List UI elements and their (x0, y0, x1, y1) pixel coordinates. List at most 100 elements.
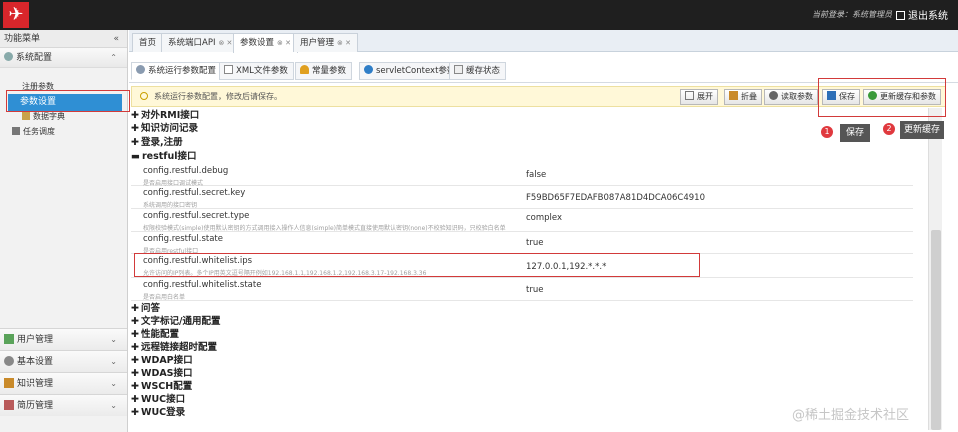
collapse-icon: ▬ (131, 151, 140, 162)
group-label: 对外RMI接口 (140, 110, 200, 121)
group-label: 远程链接超时配置 (140, 342, 217, 353)
sidebar-group-resume-management[interactable]: 简历管理 ⌄ (0, 394, 127, 416)
params-grid: ✚ 对外RMI接口 ✚ 知识访问记录 ✚ 登录,注册 ▬ restful接口 confi… (131, 108, 913, 430)
group-qa[interactable]: ✚ 问答 (131, 303, 160, 315)
tab-label: 系统端口API (168, 38, 216, 48)
subtab-servlet-context[interactable]: servletContext参数 (359, 62, 462, 80)
tree-item-data-dictionary[interactable]: 数据字典 (22, 111, 65, 123)
group-label: 登录,注册 (140, 137, 183, 148)
logout-button[interactable]: 退出系统 (896, 7, 948, 22)
table-row[interactable]: config.restful.whitelist.ips 允许访问的IP列表。多… (131, 254, 913, 278)
close-icon[interactable]: ⊗ ✕ (277, 39, 291, 47)
param-desc: 是否启用白名单 (143, 294, 186, 301)
sidebar-group-basic-settings[interactable]: 基本设置 ⌄ (0, 350, 127, 372)
group-text-marking[interactable]: ✚ 文字标记/通用配置 (131, 316, 220, 328)
group-wuc-login[interactable]: ✚ WUC登录 (131, 407, 185, 419)
group-wdas[interactable]: ✚ WDAS接口 (131, 368, 193, 380)
group-label: restful接口 (141, 151, 197, 162)
group-wdap[interactable]: ✚ WDAP接口 (131, 355, 193, 367)
table-row[interactable]: config.restful.whitelist.state 是否启用白名单 t… (131, 278, 913, 301)
update-cache-params-button[interactable]: 更新缓存和参数 (863, 89, 941, 105)
group-restful[interactable]: ▬ restful接口 (131, 151, 196, 163)
chevron-down-icon: ⌄ (110, 401, 117, 410)
tree-item-param-settings[interactable]: 参数设置 (8, 94, 122, 111)
expand-icon: ✚ (131, 137, 139, 148)
param-key: config.restful.state (143, 234, 223, 244)
subtab-xml-params[interactable]: XML文件参数 (219, 62, 294, 80)
table-row[interactable]: config.restful.debug 是否启用接口调试模式 false (131, 164, 913, 187)
expand-icon: ✚ (131, 303, 139, 314)
subtab-runtime-params[interactable]: 系统运行参数配置 (131, 62, 223, 80)
param-value[interactable]: false (526, 170, 546, 180)
globe-icon (364, 65, 373, 74)
param-key: config.restful.whitelist.ips (143, 256, 253, 266)
group-label: 文字标记/通用配置 (140, 316, 221, 327)
param-value[interactable]: true (526, 285, 543, 295)
expand-icon: ✚ (131, 381, 139, 392)
hint-text: 系统运行参数配置，修改后请保存。 (154, 92, 282, 101)
document-icon (224, 65, 233, 74)
toolbar-hint: 系统运行参数配置，修改后请保存。 (140, 91, 282, 102)
settings-icon (4, 356, 14, 366)
sidebar-group-user-management[interactable]: 用户管理 ⌄ (0, 328, 127, 350)
logout-label: 退出系统 (908, 11, 948, 22)
callout-badge-1: 1 (821, 126, 833, 138)
sidebar-collapse-icon[interactable]: « (113, 30, 119, 48)
group-remote-timeout[interactable]: ✚ 远程链接超时配置 (131, 342, 217, 354)
scrollbar-thumb[interactable] (931, 230, 941, 430)
param-value[interactable]: F59BD65F7EDAFB087A81D4DCA06C4910 (526, 193, 705, 203)
param-value[interactable]: 127.0.0.1,192.*.*.* (526, 262, 606, 272)
group-wuc-interface[interactable]: ✚ WUC接口 (131, 394, 185, 406)
subtab-constant-params[interactable]: 常量参数 (295, 62, 353, 80)
tab-label: 用户管理 (300, 38, 335, 48)
read-params-button[interactable]: 读取参数 (764, 89, 818, 105)
table-row[interactable]: config.restful.secret.key 系统调用的接口密钥 F59B… (131, 186, 913, 209)
expand-icon: ✚ (131, 316, 139, 327)
chevron-down-icon: ⌄ (110, 379, 117, 388)
button-label: 读取参数 (781, 92, 813, 101)
group-rmi[interactable]: ✚ 对外RMI接口 (131, 110, 199, 122)
button-label: 更新缓存和参数 (880, 92, 936, 101)
expand-icon: ✚ (131, 110, 139, 121)
search-icon (769, 91, 778, 100)
sidebar-group-knowledge-management[interactable]: 知识管理 ⌄ (0, 372, 127, 394)
tab-system-api[interactable]: 系统端口API ⊗ ✕ (161, 33, 240, 52)
watermark: @稀土掘金技术社区 (792, 408, 910, 423)
gear-icon (4, 52, 13, 61)
sidebar-group-system-config[interactable]: 系统配置 ⌃ (0, 48, 127, 68)
tree-item-label: 数据字典 (33, 112, 65, 121)
vertical-scrollbar[interactable] (928, 108, 942, 430)
expand-icon: ✚ (131, 123, 139, 134)
group-label: WSCH配置 (140, 381, 193, 392)
expand-icon (685, 91, 694, 100)
param-value[interactable]: complex (526, 213, 562, 223)
table-row[interactable]: config.restful.state 是否启用restful接口 true (131, 232, 913, 255)
collapse-button[interactable]: 折叠 (724, 89, 762, 105)
param-key: config.restful.secret.key (143, 188, 246, 198)
expand-button[interactable]: 展开 (680, 89, 718, 105)
close-icon[interactable]: ⊗ ✕ (337, 39, 351, 47)
param-value[interactable]: true (526, 238, 543, 248)
param-key: config.restful.whitelist.state (143, 280, 262, 290)
tab-param-settings[interactable]: 参数设置 ⊗ ✕ (233, 33, 298, 53)
table-row[interactable]: config.restful.secret.type 权限校验模式(simple… (131, 209, 913, 232)
tab-user-management[interactable]: 用户管理 ⊗ ✕ (293, 33, 358, 52)
group-wsch[interactable]: ✚ WSCH配置 (131, 381, 192, 393)
tab-home[interactable]: 首页 (132, 33, 164, 52)
logout-icon (896, 11, 905, 20)
subtab-cache-status[interactable]: 缓存状态 (449, 62, 507, 80)
refresh-icon (868, 91, 877, 100)
tree-item-register-params[interactable]: 注册参数 (22, 81, 54, 93)
group-login-register[interactable]: ✚ 登录,注册 (131, 137, 183, 149)
main-tab-bar: 首页 系统端口API ⊗ ✕ 参数设置 ⊗ ✕ 用户管理 ⊗ ✕ (129, 30, 958, 53)
group-performance[interactable]: ✚ 性能配置 (131, 329, 179, 341)
callout-tip-update-cache: 更新缓存 (900, 121, 945, 139)
save-button[interactable]: 保存 (822, 89, 860, 105)
sidebar-group-label: 知识管理 (17, 379, 54, 389)
tab-label: 参数设置 (240, 38, 275, 48)
group-knowledge-access[interactable]: ✚ 知识访问记录 (131, 123, 198, 135)
group-label: WUC登录 (140, 407, 186, 418)
tree-item-task-schedule[interactable]: 任务调度 (12, 126, 55, 138)
close-icon[interactable]: ⊗ ✕ (218, 39, 232, 47)
bulb-icon (300, 65, 309, 74)
